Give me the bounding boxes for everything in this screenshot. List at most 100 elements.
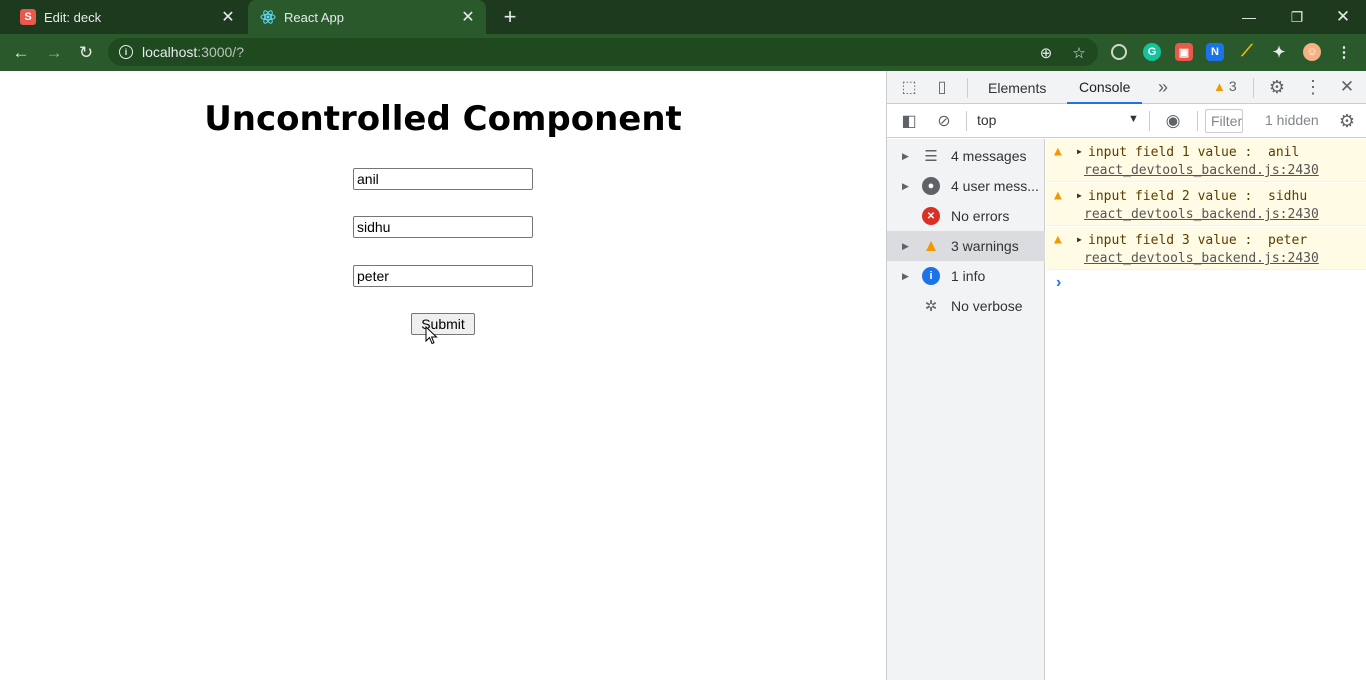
user-icon: ● xyxy=(922,177,940,195)
warning-icon: ▲ xyxy=(1054,144,1062,159)
sidebar-item-label: 4 messages xyxy=(951,148,1027,164)
sidebar-item-verbose[interactable]: ✲ No verbose xyxy=(887,291,1045,321)
divider xyxy=(967,78,968,98)
warning-icon: ▲ xyxy=(1054,188,1062,203)
input-field-2[interactable] xyxy=(353,216,533,238)
divider xyxy=(1253,78,1254,98)
bookmark-star-icon[interactable]: ☆ xyxy=(1071,45,1087,62)
input-field-3[interactable] xyxy=(353,265,533,287)
divider xyxy=(1197,111,1198,131)
expand-arrow-icon[interactable]: ▶ xyxy=(902,271,912,282)
extension-red-icon[interactable]: ▣ xyxy=(1175,43,1193,61)
console-prompt-icon[interactable]: › xyxy=(1056,274,1061,292)
warning-icon: ▲ xyxy=(922,236,940,255)
error-icon: ✕ xyxy=(922,207,940,225)
console-warning-row[interactable]: ▲ ▶ input field 3 value : peter react_de… xyxy=(1046,227,1366,270)
tab-strip: S Edit: deck ✕ React App ✕ + — ❐ ✕ xyxy=(0,0,1366,34)
tab-title: Edit: deck xyxy=(44,9,102,25)
extension-n-icon[interactable]: N xyxy=(1206,43,1224,61)
close-devtools-icon[interactable]: ✕ xyxy=(1337,77,1357,97)
tab-console[interactable]: Console xyxy=(1067,71,1143,104)
back-icon[interactable]: ← xyxy=(8,40,34,66)
close-tab-icon[interactable]: ✕ xyxy=(220,9,236,26)
expand-arrow-icon[interactable]: ▶ xyxy=(1077,191,1082,200)
console-sidebar: ▶ ☰ 4 messages ▶ ● 4 user mess... ✕ No e… xyxy=(887,139,1045,680)
forward-icon[interactable]: → xyxy=(41,40,67,66)
console-settings-gear-icon[interactable]: ⚙ xyxy=(1337,111,1357,131)
source-link[interactable]: react_devtools_backend.js:2430 xyxy=(1084,207,1319,222)
tab-react-app[interactable]: React App ✕ xyxy=(248,0,486,34)
new-tab-button[interactable]: + xyxy=(498,4,522,29)
sidebar-item-label: 1 info xyxy=(951,268,986,284)
source-link[interactable]: react_devtools_backend.js:2430 xyxy=(1084,163,1319,178)
filter-input[interactable]: Filter xyxy=(1205,109,1243,133)
warning-count-badge[interactable]: ▲ 3 xyxy=(1213,78,1237,94)
bug-icon: ✲ xyxy=(924,298,938,315)
message-text: input field 3 value : peter xyxy=(1088,233,1308,248)
console-toolbar: ◧ ⊘ top ▼ ◉ Filter 1 hidden ⚙ xyxy=(887,104,1366,138)
device-toolbar-icon[interactable]: ▯ xyxy=(932,77,952,97)
profile-avatar[interactable]: ☺ xyxy=(1303,43,1321,61)
expand-arrow-icon[interactable]: ▶ xyxy=(1077,147,1082,156)
input-field-1[interactable] xyxy=(353,168,533,190)
clear-console-icon[interactable]: ⊘ xyxy=(934,111,954,131)
extension-target-icon[interactable] xyxy=(1111,44,1127,60)
live-expression-eye-icon[interactable]: ◉ xyxy=(1163,111,1183,131)
more-tabs-icon[interactable]: » xyxy=(1153,77,1173,97)
expand-arrow-icon[interactable]: ▶ xyxy=(902,181,912,192)
sidebar-item-errors[interactable]: ✕ No errors xyxy=(887,201,1045,231)
sidebar-item-label: No errors xyxy=(951,208,1010,224)
page-content: Uncontrolled Component Submit xyxy=(0,71,886,680)
tab-title: React App xyxy=(284,9,344,25)
tab-edit-deck[interactable]: S Edit: deck ✕ xyxy=(8,0,246,34)
close-window-icon[interactable]: ✕ xyxy=(1320,0,1366,34)
source-link[interactable]: react_devtools_backend.js:2430 xyxy=(1084,251,1319,266)
expand-arrow-icon[interactable]: ▶ xyxy=(902,151,912,162)
sidebar-item-label: 3 warnings xyxy=(951,238,1019,254)
tab-elements[interactable]: Elements xyxy=(988,71,1046,104)
settings-gear-icon[interactable]: ⚙ xyxy=(1267,77,1287,97)
site-info-icon[interactable]: i xyxy=(119,45,133,59)
message-text: input field 2 value : sidhu xyxy=(1088,189,1308,204)
message-text: input field 1 value : anil xyxy=(1088,145,1300,160)
warning-icon: ▲ xyxy=(1054,232,1062,247)
address-bar[interactable]: i localhost:3000/? ⊕ ☆ xyxy=(108,38,1098,66)
devtools-panel: ⬚ ▯ Elements Console » ▲ 3 ⚙ ⋮ ✕ ◧ ⊘ top… xyxy=(886,71,1366,680)
restore-icon[interactable]: ❐ xyxy=(1274,0,1320,34)
url-text: localhost:3000/? xyxy=(142,44,244,60)
context-selector[interactable]: top xyxy=(977,112,996,128)
sidebar-item-warnings[interactable]: ▶ ▲ 3 warnings xyxy=(887,231,1045,261)
browser-menu-icon[interactable]: ⋮ xyxy=(1335,43,1353,61)
submit-button[interactable]: Submit xyxy=(411,313,475,335)
sidebar-item-messages[interactable]: ▶ ☰ 4 messages xyxy=(887,141,1045,171)
zoom-icon[interactable]: ⊕ xyxy=(1038,45,1054,62)
expand-arrow-icon[interactable]: ▶ xyxy=(902,241,912,252)
extensions-puzzle-icon[interactable]: ✦ xyxy=(1270,43,1288,61)
console-warning-row[interactable]: ▲ ▶ input field 2 value : sidhu react_de… xyxy=(1046,183,1366,226)
console-warning-row[interactable]: ▲ ▶ input field 1 value : anil react_dev… xyxy=(1046,139,1366,182)
info-icon: i xyxy=(922,267,940,285)
minimize-icon[interactable]: — xyxy=(1226,0,1272,34)
divider xyxy=(1149,111,1150,131)
browser-toolbar: ← → ↻ i localhost:3000/? ⊕ ☆ G ▣ N ⟋ ✦ ☺… xyxy=(0,34,1366,71)
console-messages: ▲ ▶ input field 1 value : anil react_dev… xyxy=(1046,139,1366,680)
sidebar-item-user-messages[interactable]: ▶ ● 4 user mess... xyxy=(887,171,1045,201)
page-title: Uncontrolled Component xyxy=(204,99,682,139)
divider xyxy=(966,111,967,131)
chevron-down-icon[interactable]: ▼ xyxy=(1128,113,1139,125)
react-logo-icon xyxy=(260,9,276,25)
inspect-element-icon[interactable]: ⬚ xyxy=(899,77,919,97)
sidebar-toggle-icon[interactable]: ◧ xyxy=(899,111,919,131)
close-tab-icon[interactable]: ✕ xyxy=(460,9,476,26)
sidebar-item-label: No verbose xyxy=(951,298,1023,314)
sidebar-item-label: 4 user mess... xyxy=(951,178,1039,194)
grammarly-icon[interactable]: G xyxy=(1143,43,1161,61)
pencil-extension-icon[interactable]: ⟋ xyxy=(1238,43,1256,61)
expand-arrow-icon[interactable]: ▶ xyxy=(1077,235,1082,244)
list-icon: ☰ xyxy=(924,148,938,165)
warning-count: 3 xyxy=(1228,78,1237,94)
devtools-menu-icon[interactable]: ⋮ xyxy=(1303,77,1323,97)
reload-icon[interactable]: ↻ xyxy=(73,40,99,66)
sidebar-item-info[interactable]: ▶ i 1 info xyxy=(887,261,1045,291)
slides-favicon-icon: S xyxy=(20,9,36,25)
